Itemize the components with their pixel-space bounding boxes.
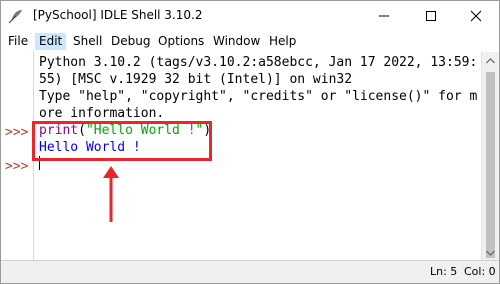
menu-window[interactable]: Window xyxy=(209,33,264,50)
maximize-button[interactable] xyxy=(408,1,454,31)
close-button[interactable] xyxy=(453,1,499,31)
maximize-icon xyxy=(426,11,436,21)
title-bar[interactable]: [PySchool] IDLE Shell 3.10.2 xyxy=(1,1,499,31)
menu-bar: File Edit Shell Debug Options Window Hel… xyxy=(1,32,499,51)
prompt-marker: >>> xyxy=(5,159,29,174)
minimize-button[interactable] xyxy=(361,1,407,31)
annotation-arrow-icon xyxy=(103,166,119,222)
menu-edit[interactable]: Edit xyxy=(35,33,67,50)
menu-file[interactable]: File xyxy=(4,33,32,50)
line-number-status: Ln: 5 xyxy=(430,265,458,278)
idle-shell-window: [PySchool] IDLE Shell 3.10.2 File Edit S… xyxy=(0,0,500,284)
menu-debug[interactable]: Debug xyxy=(107,33,154,50)
scroll-down-button[interactable] xyxy=(482,244,499,261)
prompt-gutter: >>> >>> xyxy=(1,52,34,261)
banner-line: ore information. xyxy=(39,106,165,121)
banner-line: 55) [MSC v.1929 32 bit (Intel)] on win32 xyxy=(39,72,353,87)
status-bar: Ln: 5 Col: 0 xyxy=(1,260,499,283)
column-number-status: Col: 0 xyxy=(464,265,496,278)
prompt-marker: >>> xyxy=(5,125,29,140)
scroll-up-button[interactable] xyxy=(482,52,499,69)
menu-shell[interactable]: Shell xyxy=(69,33,106,50)
python-feather-icon xyxy=(8,10,22,24)
chevron-up-icon xyxy=(486,57,495,63)
annotation-highlight-box xyxy=(32,121,212,161)
banner-line: Python 3.10.2 (tags/v3.10.2:a58ebcc, Jan… xyxy=(39,55,478,70)
vertical-scrollbar[interactable] xyxy=(481,52,499,261)
menu-help[interactable]: Help xyxy=(265,33,300,50)
chevron-down-icon xyxy=(486,250,495,256)
minimize-icon xyxy=(379,15,389,17)
close-icon xyxy=(470,10,482,22)
window-title: [PySchool] IDLE Shell 3.10.2 xyxy=(33,8,203,22)
scrollbar-thumb[interactable] xyxy=(486,72,495,258)
menu-options[interactable]: Options xyxy=(154,33,208,50)
banner-line: Type "help", "copyright", "credits" or "… xyxy=(39,89,478,104)
